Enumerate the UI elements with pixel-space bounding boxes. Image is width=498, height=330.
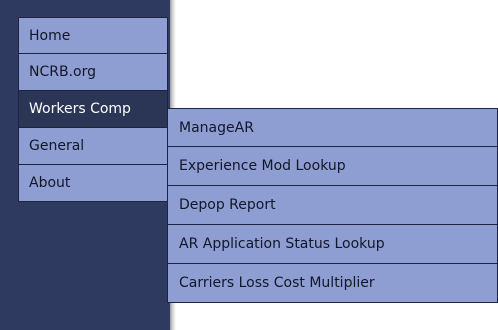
menu-item-general[interactable]: General <box>18 128 168 165</box>
main-menu: Home NCRB.org Workers Comp General About <box>18 17 168 202</box>
menu-item-workers-comp[interactable]: Workers Comp <box>18 91 168 128</box>
menu-item-about[interactable]: About <box>18 165 168 202</box>
menu-item-home[interactable]: Home <box>18 17 168 54</box>
workers-comp-submenu: ManageAR Experience Mod Lookup Depop Rep… <box>167 108 498 303</box>
submenu-item-manage-ar[interactable]: ManageAR <box>167 108 498 147</box>
submenu-item-depop-report[interactable]: Depop Report <box>167 186 498 225</box>
sidebar: Home NCRB.org Workers Comp General About <box>0 0 170 330</box>
submenu-item-experience-mod-lookup[interactable]: Experience Mod Lookup <box>167 147 498 186</box>
submenu-item-ar-application-status-lookup[interactable]: AR Application Status Lookup <box>167 225 498 264</box>
menu-item-ncrb-org[interactable]: NCRB.org <box>18 54 168 91</box>
submenu-item-carriers-loss-cost-multiplier[interactable]: Carriers Loss Cost Multiplier <box>167 264 498 303</box>
